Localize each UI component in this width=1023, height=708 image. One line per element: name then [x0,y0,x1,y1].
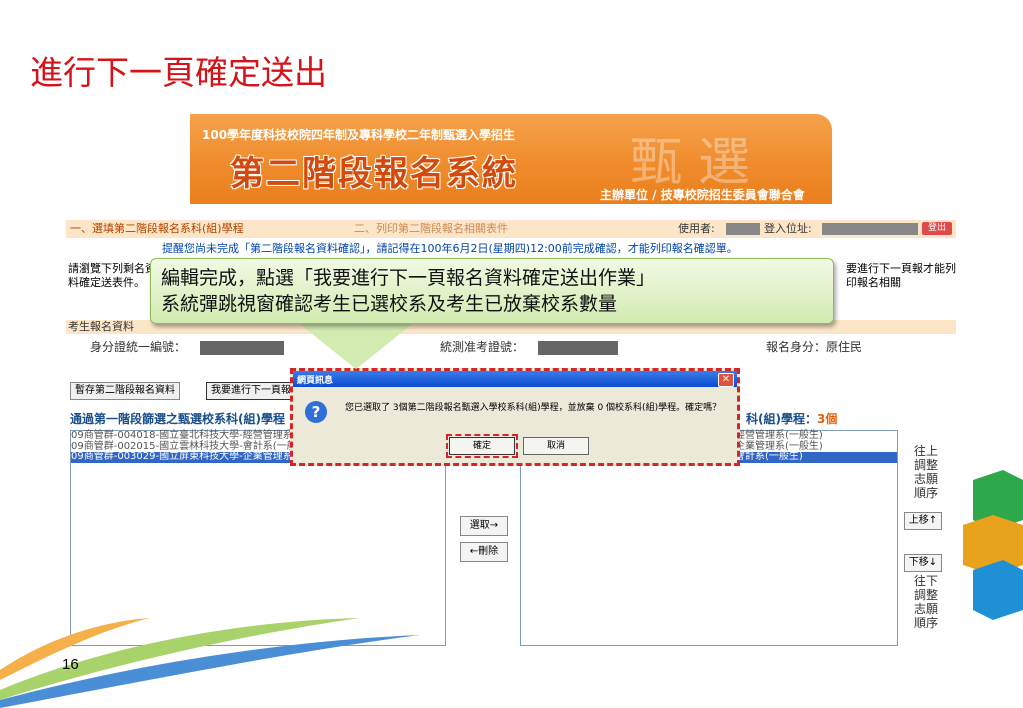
identity-value: 原住民 [826,340,863,354]
step2-link[interactable]: 二、列印第二階段報名相關表件 [354,220,508,238]
move-up-hint: 往上 調整 志願 順序 [914,444,938,500]
dialog-message: 您已選取了 3個第二階段報名甄選入學校系科(組)學程，並放棄 0 個校系科(組)… [345,403,722,413]
banner-organizer: 主辦單位 / 技專校院招生委員會聯合會 [600,188,805,202]
cancel-button[interactable]: 取消 [523,437,589,455]
page-number: 16 [62,656,79,673]
exam-no-label: 統測准考證號： [440,340,525,354]
side-hint-char: 調整 [914,588,939,602]
instructions-left: 請瀏覽下列剩名資料確定送表件。 [68,262,156,289]
side-hint-char: 順序 [914,486,939,500]
side-hint-char: 順序 [914,616,939,630]
side-hint-char: 往上 [914,444,939,458]
side-hint-char: 志願 [914,602,939,616]
decorative-blocks [963,470,1023,620]
callout-pointer [296,321,416,369]
callout-line1: 編輯完成，點選「我要進行下一頁報名資料確定送出作業」 [161,267,656,289]
exam-no-redacted [538,341,618,355]
reminder-text: 提醒您尚未完成「第二階段報名資料確認」，請記得在100年6月2日(星期四)12:… [162,242,738,255]
slide-title: 進行下一頁確定送出 [30,53,327,92]
confirm-dialog: 網頁訊息 ✕ ? 您已選取了 3個第二階段報名甄選入學校系科(組)學程，並放棄 … [290,368,740,466]
ip-label: 登入位址: [764,222,812,235]
delete-button[interactable]: ←刪除 [460,542,508,562]
move-down-hint: 往下 調整 志願 順序 [914,574,938,630]
move-down-button[interactable]: 下移↓ [904,554,942,572]
ok-button[interactable]: 確定 [446,434,518,458]
right-list-header: 科(組)學程：3個 [746,412,838,426]
question-icon: ? [305,401,327,423]
close-icon[interactable]: ✕ [718,373,734,387]
save-draft-button[interactable]: 暫存第二階段報名資料 [70,382,180,400]
identity-label: 報名身分：原住民 [766,340,863,354]
side-hint-char: 志願 [914,472,939,486]
next-page-submit-button[interactable]: 我要進行下一頁報名資料確定送出作業 [206,382,296,400]
step-bar: 一、選填第二階段報名系科(組)學程 二、列印第二階段報名相關表件 使用者: 登入… [66,220,956,238]
banner-subtitle: 100學年度科技校院四年制及專科學校二年制甄選入學招生 [202,128,516,142]
system-banner: 100學年度科技校院四年制及專科學校二年制甄選入學招生 第二階段報名系統 甄選 … [190,114,832,204]
move-up-button[interactable]: 上移↑ [904,512,942,530]
id-label: 身分證統一編號： [90,340,187,354]
callout-line2: 系統彈跳視窗確認考生已選校系及考生已放棄校系數量 [161,293,618,315]
instructions-right: 要進行下一頁報才能列印報名相關 [846,262,956,289]
side-hint-char: 調整 [914,458,939,472]
id-redacted [200,341,284,355]
user-label: 使用者: [678,222,715,235]
selected-count: 3個 [816,412,838,426]
step1-link[interactable]: 一、選填第二階段報名系科(組)學程 [70,220,244,238]
banner-watermark: 甄選 [630,133,767,193]
dialog-title: 網頁訊息 [297,376,334,386]
user-redacted [726,223,760,235]
left-list-header: 通過第一階段篩選之甄選校系科(組)學程 [70,412,285,426]
instruction-callout: 編輯完成，點選「我要進行下一頁報名資料確定送出作業」 系統彈跳視窗確認考生已選校… [150,258,834,324]
side-hint-char: 往下 [914,574,939,588]
logout-button[interactable]: 登出 [922,222,952,235]
ip-redacted [822,223,918,235]
banner-system-name: 第二階段報名系統 [230,154,518,194]
select-button[interactable]: 選取→ [460,516,508,536]
dialog-titlebar: 網頁訊息 ✕ [293,371,737,387]
